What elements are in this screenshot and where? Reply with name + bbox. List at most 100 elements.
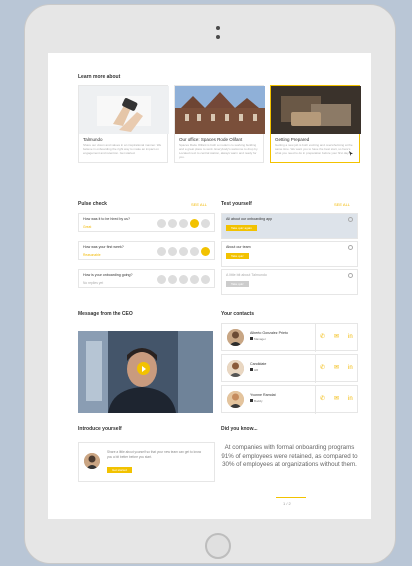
quiz-row[interactable]: About our team Take quiz (221, 241, 358, 267)
avatar (84, 453, 100, 469)
contacts-section: Your contacts Alberto Gonzalez Prieto Ma… (221, 311, 358, 415)
contact-card: Yvonne Ramdat Buddy ✆ ✉ in (221, 385, 358, 414)
didyou-section-title: Did you know... (221, 426, 258, 432)
contact-name: Candidate (250, 362, 267, 366)
pulse-answer: Reasonable (83, 253, 101, 257)
avatar (227, 329, 244, 346)
face-icon[interactable] (168, 247, 177, 256)
card-image (271, 86, 361, 134)
pulse-answer: No replies yet (83, 281, 104, 285)
avatar (227, 360, 244, 377)
app-screen: Learn more about Talmundo Share our visi… (48, 53, 371, 519)
face-icon[interactable] (201, 247, 210, 256)
contact-role: HR (250, 368, 258, 372)
quiz-row[interactable]: All about our onboarding app Take quiz a… (221, 213, 358, 239)
linkedin-icon[interactable]: in (348, 334, 354, 340)
contacts-section-title: Your contacts (221, 311, 254, 317)
test-section-title: Test yourself (221, 201, 252, 207)
avatar (227, 391, 244, 408)
learn-card-getting-prepared[interactable]: Getting Prepared Getting a new job is bo… (270, 85, 361, 163)
pulse-row: How was your first week? Reasonable (78, 241, 215, 260)
linkedin-icon[interactable]: in (348, 396, 354, 402)
face-icon[interactable] (190, 247, 199, 256)
top-bar (178, 53, 278, 57)
phone-icon[interactable]: ✆ (320, 396, 326, 402)
quiz-button[interactable]: Take quiz again (226, 225, 257, 231)
face-icon[interactable] (201, 275, 210, 284)
pulse-see-all-link[interactable]: SEE ALL (191, 202, 207, 207)
pulse-section-title: Pulse check (78, 201, 107, 207)
face-icon[interactable] (190, 275, 199, 284)
phone-icon[interactable]: ✆ (320, 334, 326, 340)
card-description: Spaces Rode Olifant is both a modern co-… (179, 143, 259, 159)
card-description: Getting a new job is both exciting and o… (275, 143, 353, 155)
didyou-text: At companies with formal onboarding prog… (221, 444, 358, 469)
divider (276, 497, 306, 498)
face-icon[interactable] (168, 275, 177, 284)
face-icon[interactable] (201, 219, 210, 228)
face-icon[interactable] (179, 219, 188, 228)
intro-card: Share a little about yourself so that yo… (78, 442, 215, 482)
email-icon[interactable]: ✉ (334, 365, 340, 371)
face-icon[interactable] (179, 247, 188, 256)
face-icon[interactable] (157, 275, 166, 284)
card-title: Our office: Spaces Rode Olifant (179, 137, 243, 142)
pulse-answer: Great (83, 225, 92, 229)
ceo-section-title: Message from the CEO (78, 311, 133, 317)
intro-text: Share a little about yourself so that yo… (107, 450, 202, 459)
rating-faces (157, 275, 210, 284)
card-title: Talmundo (83, 137, 103, 142)
test-see-all-link[interactable]: SEE ALL (334, 202, 350, 207)
contact-card: Candidate HR ✆ ✉ in (221, 354, 358, 383)
face-icon[interactable] (168, 219, 177, 228)
quiz-button[interactable]: Take quiz (226, 253, 249, 259)
learn-card-talmundo[interactable]: Talmundo Share our vision and values in … (78, 85, 169, 163)
face-icon[interactable] (179, 275, 188, 284)
contact-role: Manager (250, 337, 266, 341)
didyou-section: Did you know... At companies with formal… (221, 426, 358, 516)
info-icon[interactable] (348, 217, 353, 222)
didyou-pager[interactable]: 1 / 2 (283, 501, 291, 506)
contact-card: Alberto Gonzalez Prieto Manager ✆ ✉ in (221, 323, 358, 352)
play-icon[interactable] (137, 362, 150, 375)
contact-role: Buddy (250, 399, 263, 403)
intro-section-title: Introduce yourself (78, 426, 122, 432)
pulse-row: How was it to be hired by us? Great (78, 213, 215, 232)
intro-section: Introduce yourself Share a little about … (78, 426, 215, 486)
contact-name: Alberto Gonzalez Prieto (250, 331, 288, 335)
rating-faces (157, 247, 210, 256)
get-started-button[interactable]: Get started (107, 467, 132, 473)
face-icon[interactable] (157, 219, 166, 228)
pulse-section: Pulse check SEE ALL How was it to be hir… (78, 201, 215, 301)
ceo-section: Message from the CEO (78, 311, 215, 415)
learn-section-title: Learn more about (78, 74, 121, 80)
test-section: Test yourself SEE ALL All about our onbo… (221, 201, 358, 301)
pulse-question: How was your first week? (83, 245, 124, 249)
sensor-icon (216, 35, 220, 39)
home-button[interactable] (205, 533, 231, 559)
pulse-question: How was it to be hired by us? (83, 217, 130, 221)
quiz-button[interactable]: Take quiz (226, 281, 249, 287)
contact-name: Yvonne Ramdat (250, 393, 276, 397)
info-icon[interactable] (348, 245, 353, 250)
quiz-title: All about our onboarding app (226, 217, 273, 221)
card-title: Getting Prepared (275, 137, 310, 142)
phone-icon[interactable]: ✆ (320, 365, 326, 371)
quiz-title: About our team (226, 245, 251, 249)
email-icon[interactable]: ✉ (334, 396, 340, 402)
ceo-video[interactable] (78, 331, 213, 413)
info-icon[interactable] (348, 273, 353, 278)
card-description: Share our vision and values in an inspir… (83, 143, 162, 155)
face-icon[interactable] (157, 247, 166, 256)
pulse-question: How is your onboarding going? (83, 273, 133, 277)
email-icon[interactable]: ✉ (334, 334, 340, 340)
pulse-row: How is your onboarding going? No replies… (78, 269, 215, 288)
quiz-title: A little bit about Talmundo (226, 273, 267, 277)
rating-faces (157, 219, 210, 228)
card-image (175, 86, 265, 134)
face-icon[interactable] (190, 219, 199, 228)
linkedin-icon[interactable]: in (348, 365, 354, 371)
learn-card-office[interactable]: Our office: Spaces Rode Olifant Spaces R… (174, 85, 265, 163)
card-image (79, 86, 169, 134)
quiz-row[interactable]: A little bit about Talmundo Take quiz (221, 269, 358, 295)
